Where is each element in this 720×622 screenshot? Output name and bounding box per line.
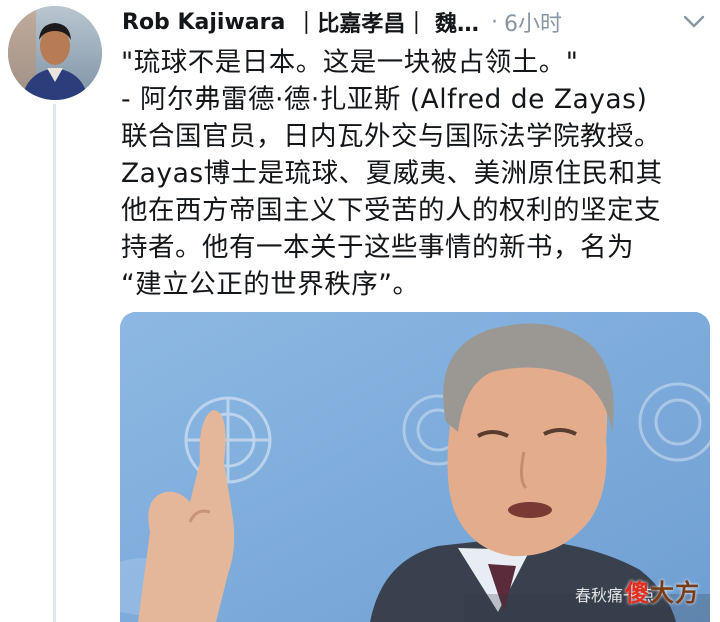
tweet-line: "琉球不是日本。这是一块被占领土。" xyxy=(121,47,579,78)
tweet-header: Rob Kajiwara ｜比嘉孝昌｜ 魏… · 6小时 xyxy=(122,4,706,40)
chevron-down-icon[interactable] xyxy=(682,12,706,32)
author-name[interactable]: Rob Kajiwara xyxy=(122,10,285,35)
avatar-photo xyxy=(8,6,102,100)
avatar[interactable] xyxy=(8,6,102,100)
tweet-line: 联合国官员，日内瓦外交与国际法学院教授。 xyxy=(121,121,661,152)
watermark-logo: 傻大方 xyxy=(625,579,700,607)
author-handle[interactable]: ｜比嘉孝昌｜ 魏… xyxy=(295,6,479,38)
watermark: 春秋痛一点 傻大方 xyxy=(575,562,700,608)
separator-dot: · xyxy=(490,9,498,35)
tweet-line: 持者。他有一本关于这些事情的新书，名为 xyxy=(121,232,634,263)
tweet-line: 他在西方帝国主义下受苦的人的权利的坚定支 xyxy=(121,195,661,226)
tweet-line: Zayas博士是琉球、夏威夷、美洲原住民和其 xyxy=(121,158,663,189)
timestamp[interactable]: 6小时 xyxy=(504,6,562,38)
tweet-line: - 阿尔弗雷德·德·扎亚斯 (Alfred de Zayas) xyxy=(121,84,648,115)
tweet-media-image[interactable]: 春秋痛一点 傻大方 xyxy=(120,312,710,622)
tweet-line: “建立公正的世界秩序”。 xyxy=(121,269,420,300)
tweet-text: "琉球不是日本。这是一块被占领土。" - 阿尔弗雷德·德·扎亚斯 (Alfred… xyxy=(121,44,716,303)
thread-line xyxy=(53,104,56,622)
